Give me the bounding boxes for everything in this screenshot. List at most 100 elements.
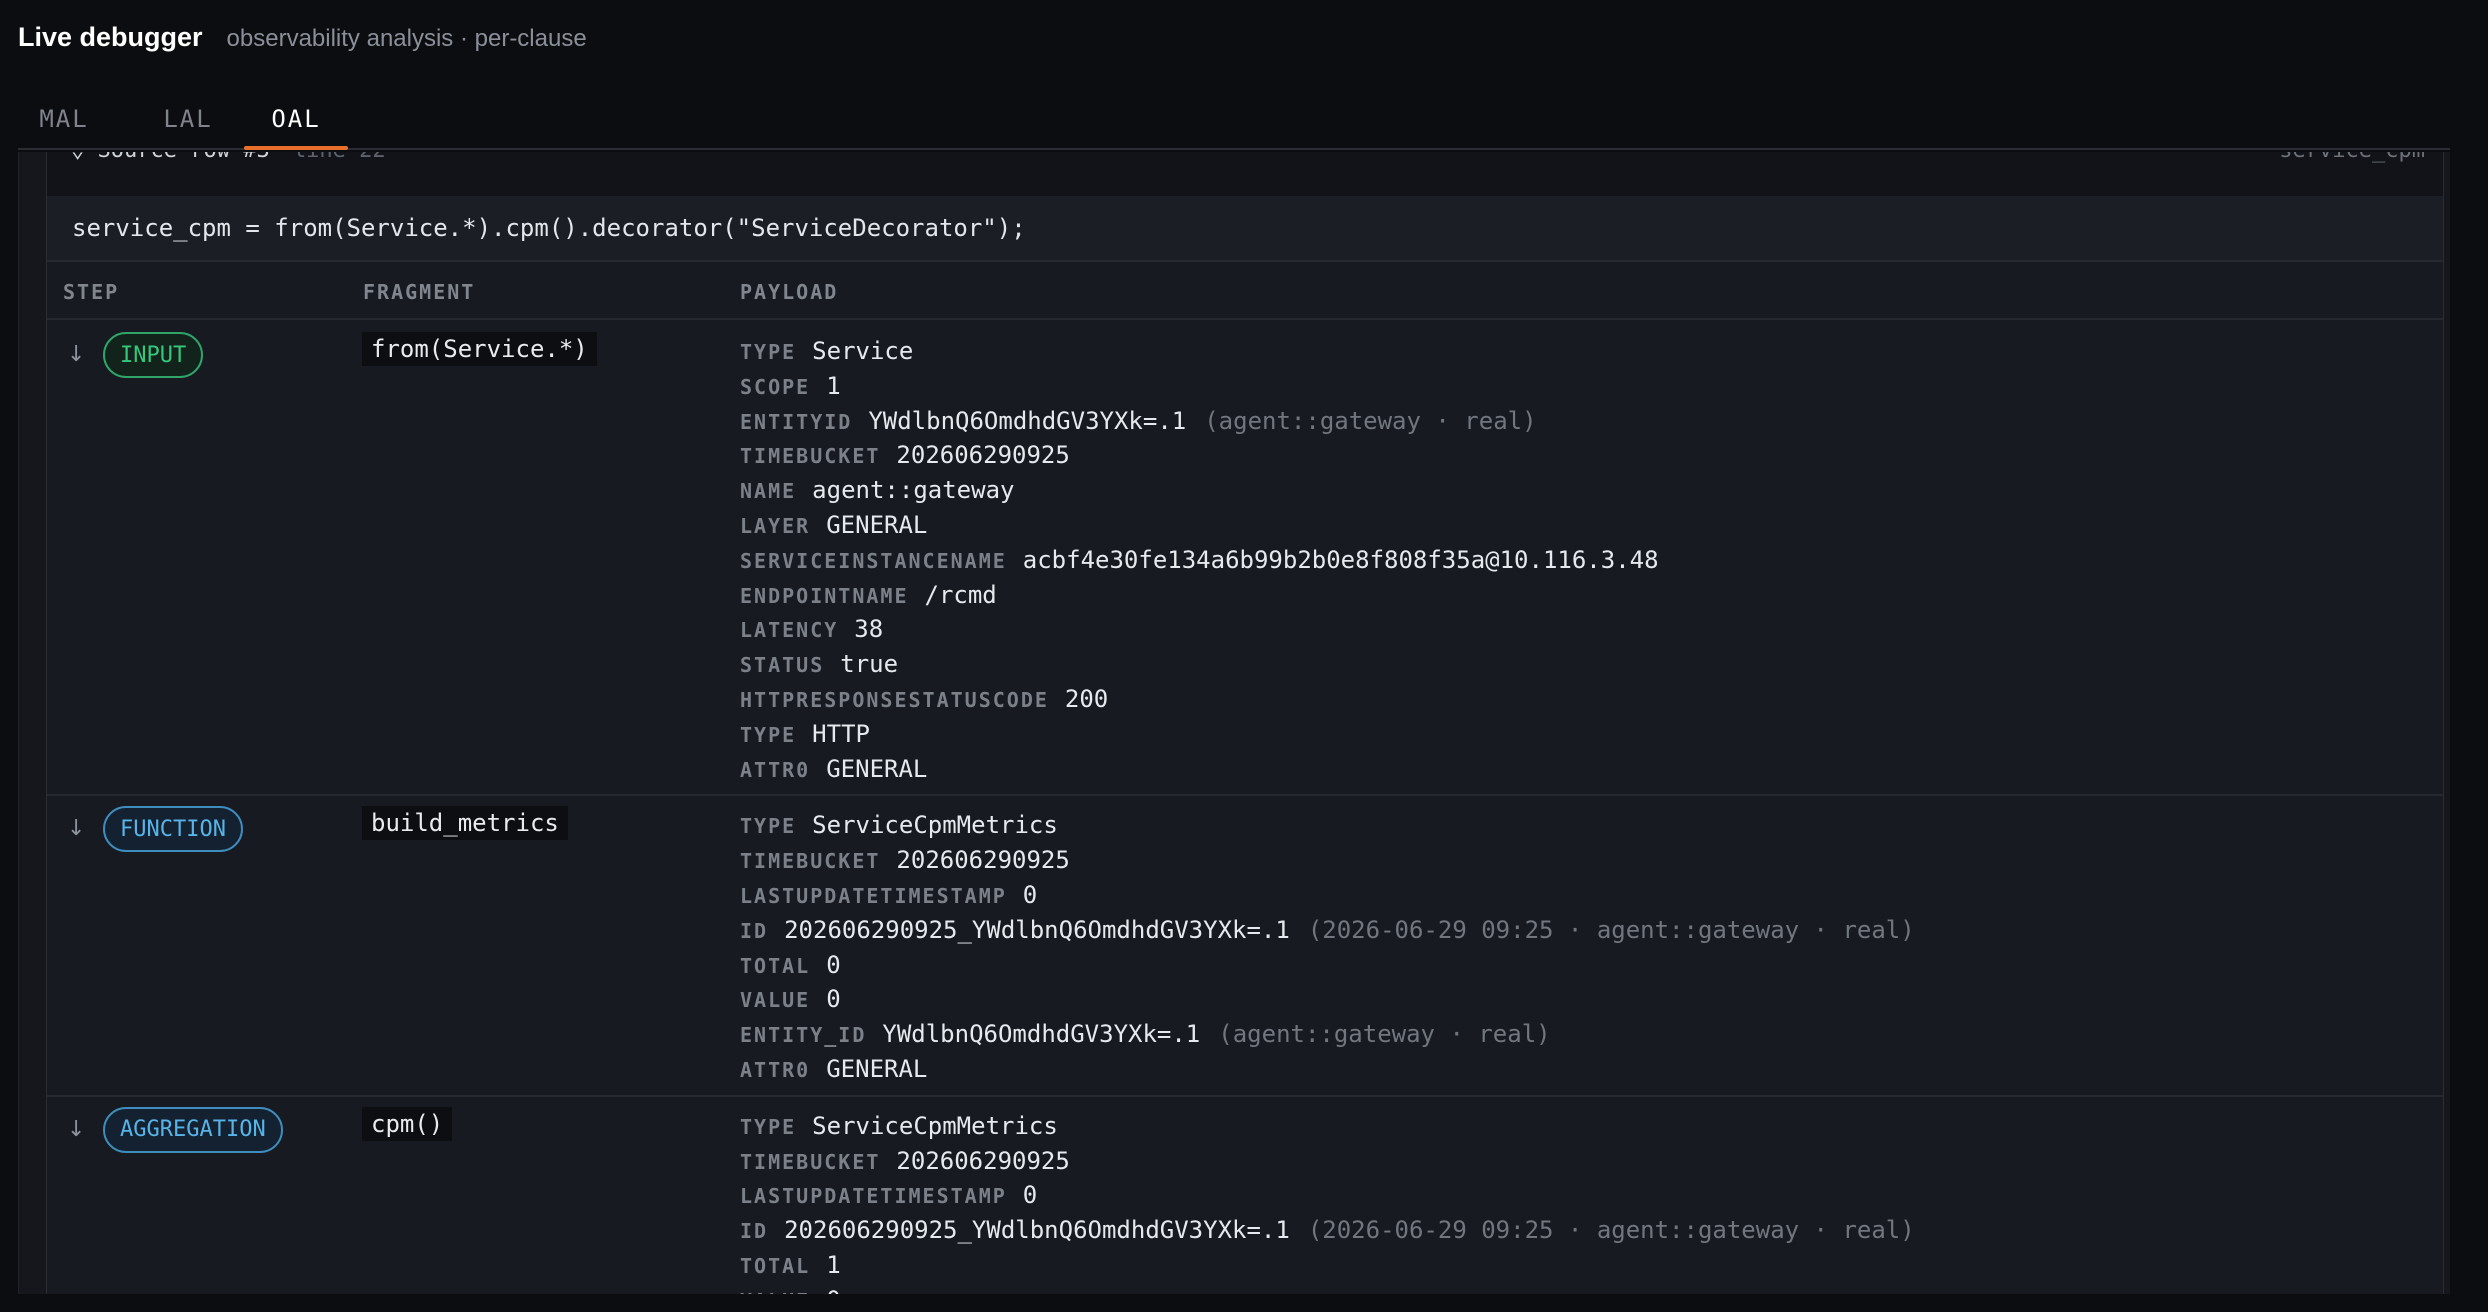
- payload-line: TOTAL 1: [740, 1248, 2443, 1283]
- fragment-code: from(Service.*): [362, 332, 597, 366]
- payload-key: LAYER: [740, 513, 811, 538]
- debugger-panel[interactable]: ⌄ Source row #3 line 22 service_cpm serv…: [18, 152, 2450, 1294]
- payload-line: NAME agent::gateway: [740, 473, 2443, 508]
- page-title: Live debugger: [18, 22, 203, 52]
- payload-key: LASTUPDATETIMESTAMP: [740, 1184, 1007, 1209]
- column-headers: STEP FRAGMENT PAYLOAD: [47, 264, 2443, 320]
- payload-value: ServiceCpmMetrics: [812, 1111, 1058, 1140]
- payload-line: ENTITYID YWdlbnQ6OmdhdGV3YXk=.1 (agent::ga…: [740, 404, 2443, 439]
- payload-key: ID: [740, 918, 769, 943]
- payload-value: 200: [1064, 684, 1109, 713]
- tab-bar: MAL LAL OAL: [18, 90, 2450, 150]
- payload-value: true: [840, 650, 899, 679]
- payload-value: 202606290925: [896, 1146, 1070, 1175]
- payload-value: YWdlbnQ6OmdhdGV3YXk=.1: [868, 406, 1187, 435]
- card-header-left: ⌄ Source row #3 line 22: [71, 152, 386, 163]
- payload-key: TOTAL: [740, 953, 811, 978]
- payload-value: GENERAL: [826, 510, 928, 539]
- payload-key: TIMEBUCKET: [740, 1149, 881, 1174]
- arrow-down-icon: ↓: [67, 816, 86, 842]
- payload-key: ATTR0: [740, 757, 811, 782]
- payload-key: STATUS: [740, 653, 825, 678]
- card-header[interactable]: ⌄ Source row #3 line 22 service_cpm: [47, 152, 2443, 196]
- header: Live debugger observability analysis · p…: [0, 0, 2488, 150]
- source-line-label: line 22: [293, 152, 386, 163]
- fragment-code: cpm(): [362, 1106, 453, 1141]
- payload-line: ID 202606290925_YWdlbnQ6OmdhdGV3YXk=.1 (20…: [740, 913, 2443, 948]
- bottom-strip: [0, 1294, 2488, 1312]
- payload-value: 1: [826, 1250, 841, 1279]
- step-badge: AGGREGATION: [103, 1106, 283, 1153]
- payload-value: 202606290925_YWdlbnQ6OmdhdGV3YXk=.1: [784, 915, 1290, 944]
- payload-value: 0: [1022, 1181, 1038, 1210]
- payload-key: LATENCY: [740, 618, 839, 643]
- payload-key: TIMEBUCKET: [740, 849, 881, 874]
- payload-line: LAYER GENERAL: [740, 508, 2443, 543]
- payload-line: SERVICEINSTANCENAME acbf4e30fe134a6b99b2b…: [740, 543, 2443, 578]
- payload-list: TYPE Service SCOPE 1 ENTITYID YWdlbnQ6OmdhdGV…: [740, 322, 2443, 794]
- source-row-card: ⌄ Source row #3 line 22 service_cpm serv…: [46, 152, 2444, 1294]
- payload-line: TIMEBUCKET 202606290925: [740, 843, 2443, 878]
- steps-table: ↓ INPUT from(Service.*) TYPE Service SCOPE 1 EN…: [47, 322, 2443, 1294]
- page-subtitle: observability analysis · per-clause: [226, 25, 587, 52]
- payload-line: STATUS true: [740, 647, 2443, 682]
- payload-key: TYPE: [740, 1114, 797, 1139]
- title-row: Live debugger observability analysis · p…: [18, 22, 587, 53]
- payload-line: TYPE HTTP: [740, 717, 2443, 752]
- payload-value: 202606290925_YWdlbnQ6OmdhdGV3YXk=.1: [784, 1216, 1290, 1245]
- step-badge: INPUT: [103, 332, 204, 378]
- payload-line: TIMEBUCKET 202606290925: [740, 1144, 2443, 1179]
- payload-key: TIMEBUCKET: [740, 444, 881, 469]
- payload-line: ATTR0 GENERAL: [740, 1052, 2443, 1087]
- payload-value: /rcmd: [924, 580, 997, 609]
- payload-key: ENTITYID: [740, 409, 853, 434]
- metric-name-label: service_cpm: [2279, 152, 2425, 163]
- payload-line: ATTR0 GENERAL: [740, 752, 2443, 787]
- payload-key: VALUE: [740, 988, 811, 1013]
- payload-line: LATENCY 38: [740, 612, 2443, 647]
- payload-line: VALUE0: [740, 982, 2443, 1017]
- payload-value: GENERAL: [826, 754, 928, 783]
- payload-key: TOTAL: [740, 1253, 811, 1278]
- tab-oal[interactable]: OAL: [244, 90, 348, 150]
- payload-key: TYPE: [740, 814, 797, 839]
- payload-key: TYPE: [740, 722, 797, 747]
- tab-mal[interactable]: MAL: [32, 90, 96, 148]
- payload-key: SCOPE: [740, 374, 811, 399]
- payload-line: ID 202606290925_YWdlbnQ6OmdhdGV3YXk=.1 (20…: [740, 1213, 2443, 1248]
- step-row: ↓ FUNCTION build_metrics TYPE ServiceCpmMetr…: [47, 796, 2443, 1097]
- arrow-down-icon: ↓: [67, 1116, 86, 1142]
- payload-note: (2026-06-29 09:25 · agent::gateway · rea…: [1307, 1216, 1915, 1245]
- step-row: ↓ INPUT from(Service.*) TYPE Service SCOPE 1 EN…: [47, 322, 2443, 797]
- step-badge: FUNCTION: [103, 806, 243, 853]
- payload-value: HTTP: [812, 719, 870, 748]
- payload-value: 202606290925: [896, 846, 1070, 875]
- payload-line: TIMEBUCKET 202606290925: [740, 438, 2443, 473]
- tab-lal[interactable]: LAL: [156, 90, 220, 148]
- payload-key: NAME: [740, 479, 797, 504]
- payload-key: ATTR0: [740, 1057, 811, 1082]
- column-header-payload: PAYLOAD: [740, 280, 839, 304]
- payload-line: LASTUPDATETIMESTAMP 0: [740, 878, 2443, 913]
- payload-list: TYPE ServiceCpmMetrics TIMEBUCKET 202606290…: [740, 796, 2443, 1094]
- chevron-down-icon[interactable]: ⌄: [71, 152, 98, 163]
- payload-value: 0: [1022, 880, 1038, 909]
- payload-line: TYPE ServiceCpmMetrics: [740, 1109, 2443, 1144]
- payload-value: 38: [854, 615, 884, 644]
- payload-line: SCOPE 1: [740, 369, 2443, 404]
- payload-note: (2026-06-29 09:25 · agent::gateway · rea…: [1307, 915, 1915, 944]
- payload-key: ENDPOINTNAME: [740, 583, 909, 608]
- payload-line: ENTITY_ID YWdlbnQ6OmdhdGV3YXk=.1 (agent::g…: [740, 1017, 2443, 1052]
- app-root: Live debugger observability analysis · p…: [0, 0, 2488, 1312]
- arrow-down-icon: ↓: [67, 342, 86, 367]
- payload-value: acbf4e30fe134a6b99b2b0e8f808f35a@10.116.…: [1022, 545, 1659, 574]
- payload-note: (agent::gateway · real): [1218, 1020, 1551, 1049]
- payload-line: HTTPRESPONSESTATUSCODE 200: [740, 682, 2443, 717]
- payload-line: TOTAL 0: [740, 948, 2443, 983]
- payload-line: VALUE0: [740, 1283, 2443, 1294]
- payload-line: ENDPOINTNAME/rcmd: [740, 578, 2443, 613]
- payload-key: ENTITY_ID: [740, 1023, 867, 1048]
- payload-key: LASTUPDATETIMESTAMP: [740, 883, 1007, 908]
- payload-value: 1: [826, 371, 841, 400]
- payload-value: agent::gateway: [812, 476, 1015, 505]
